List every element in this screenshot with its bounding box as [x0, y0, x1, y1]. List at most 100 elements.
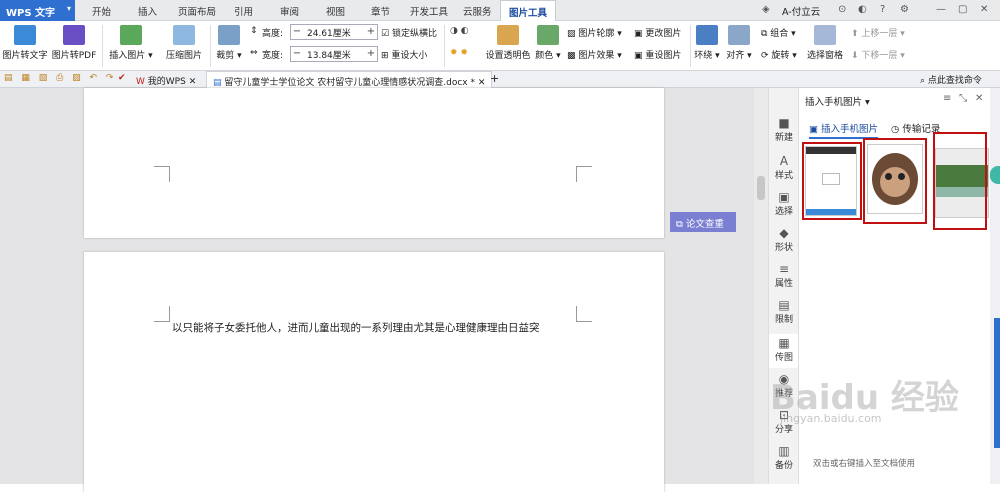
divider [444, 25, 445, 67]
highlight-box [933, 132, 987, 230]
doc-icon: ▤ [213, 78, 222, 88]
wrap-text-button[interactable]: 环绕 ▾ [694, 21, 720, 71]
sidebar-item-restrict[interactable]: ▤ 限制 [769, 298, 799, 325]
picture-effect-button[interactable]: ▩ 图片效果 ▾ [567, 48, 622, 62]
quick-access-toolbar[interactable]: ▤ ▦ ▧ ⎙ ▨ ↶ ↷ [4, 73, 116, 83]
set-transparent-color-button[interactable]: 设置透明色 [484, 21, 532, 71]
tab-insert-phone-pictures[interactable]: ▣ 插入手机图片 [809, 121, 879, 139]
share-icon[interactable]: ⊙ [838, 4, 846, 15]
paper-check-button[interactable]: ⧉ 论文查重 [670, 212, 736, 232]
sidebar-item-styles[interactable]: A 样式 [769, 154, 799, 181]
sidebar-item-new[interactable]: ■ 新建 [769, 116, 799, 143]
sidebar-item-select[interactable]: ▣ 选择 [769, 190, 799, 217]
menu-picture-tools[interactable]: 图片工具 [500, 0, 557, 21]
menu-references[interactable]: 引用 [234, 4, 253, 18]
height-value: 24.61厘米 [307, 29, 351, 39]
properties-icon: ≡ [778, 262, 790, 276]
menu-page-layout[interactable]: 页面布局 [178, 4, 216, 18]
width-decrement[interactable]: − [291, 47, 303, 61]
height-decrement[interactable]: − [291, 25, 303, 39]
maximize-icon[interactable]: ▢ [958, 4, 967, 15]
menu-chapter[interactable]: 章节 [371, 4, 390, 18]
panel-close-icon[interactable]: ✕ [975, 93, 983, 104]
sidebar-item-send-image[interactable]: ▦ 传图 [769, 334, 799, 368]
menu-review[interactable]: 审阅 [280, 4, 299, 18]
page-2[interactable]: 以只能将子女委托他人，进而儿童出现的一系列理由尤其是心理健康理由日益突 [84, 252, 664, 492]
compress-icon [173, 25, 195, 45]
menu-view[interactable]: 视图 [326, 4, 345, 18]
height-icon: ⇕ [250, 26, 258, 36]
width-increment[interactable]: + [365, 47, 377, 61]
settings-icon[interactable]: ⚙ [900, 4, 909, 15]
menu-cloud[interactable]: 云服务 [463, 4, 492, 18]
lock-ratio-checkbox[interactable]: ☑ 锁定纵横比 [381, 26, 437, 40]
bring-forward-button[interactable]: ⬆ 上移一层 ▾ [851, 26, 905, 40]
insert-picture-button[interactable]: 插入图片 ▾ [106, 21, 156, 71]
contrast-icon[interactable]: ◑ ◐ [450, 26, 469, 40]
minimize-icon[interactable]: — [936, 4, 946, 15]
scrollbar-thumb[interactable] [757, 176, 765, 200]
selection-pane-button[interactable]: 选择窗格 [806, 21, 844, 71]
reset-size-button[interactable]: ⊞ 重设大小 [381, 48, 427, 62]
change-picture-button[interactable]: ▣ 更改图片 [634, 26, 681, 40]
search-command[interactable]: ⌕ 点此查找命令 [920, 73, 982, 86]
tab-my-wps[interactable]: W 我的WPS ✕ [130, 71, 202, 88]
divider [210, 25, 211, 67]
expand-handle-icon[interactable] [990, 166, 1000, 184]
menu-home[interactable]: 开始 [92, 4, 111, 18]
styles-icon: A [779, 154, 789, 168]
panel-title[interactable]: 插入手机图片 ▾ [805, 94, 870, 108]
shapes-icon: ◆ [779, 226, 789, 240]
sidebar-item-properties[interactable]: ≡ 属性 [769, 262, 799, 289]
highlight-box [863, 138, 927, 224]
document-area[interactable]: 以只能将子女委托他人，进而儿童出现的一系列理由尤其是心理健康理由日益突 [0, 88, 754, 492]
vertical-scrollbar[interactable] [754, 88, 768, 484]
menu-insert[interactable]: 插入 [138, 4, 157, 18]
brightness-icon[interactable]: ✹ ✹ [450, 48, 468, 62]
page-1[interactable] [84, 88, 664, 238]
picture-outline-button[interactable]: ▨ 图片轮廓 ▾ [567, 26, 622, 40]
tab-document[interactable]: ▤ 留守儿童学士学位论文 农村留守儿童心理情感状况调查.docx * ✕ [206, 71, 493, 88]
send-backward-button[interactable]: ⬇ 下移一层 ▾ [851, 48, 905, 62]
bell-icon[interactable]: ◐ [858, 4, 867, 15]
rotate-button[interactable]: ⟳ 旋转 ▾ [761, 48, 797, 62]
margin-corner [154, 306, 170, 322]
close-icon[interactable]: ✕ [189, 77, 197, 87]
group-button[interactable]: ⧉ 组合 ▾ [761, 26, 796, 40]
picture-text-icon [14, 25, 36, 45]
panel-menu-icon[interactable]: ≡ [943, 93, 951, 104]
app-menu-button[interactable]: WPS 文字 ▾ [0, 0, 75, 21]
sidebar-item-shapes[interactable]: ◆ 形状 [769, 226, 799, 253]
align-icon [728, 25, 750, 45]
height-field[interactable]: − 24.61厘米 + [290, 24, 378, 40]
width-field[interactable]: − 13.84厘米 + [290, 46, 378, 62]
compress-picture-button[interactable]: 压缩图片 [162, 21, 206, 71]
crop-button[interactable]: 裁剪 ▾ [214, 21, 244, 71]
selection-pane-icon [814, 25, 836, 45]
color-button[interactable]: 颜色 ▾ [534, 21, 562, 71]
close-icon[interactable]: ✕ [478, 78, 486, 88]
panel-undock-icon[interactable]: ⤡ [959, 93, 967, 104]
backup-icon: ▥ [778, 444, 790, 458]
crop-icon [218, 25, 240, 45]
user-account[interactable]: A-付立云 [782, 4, 820, 18]
picture-to-pdf-button[interactable]: 图片转PDF [50, 21, 98, 71]
picture-to-text-button[interactable]: 图片转文字 [2, 21, 48, 71]
review-icon: ⧉ [676, 219, 683, 230]
send-image-icon: ▦ [778, 336, 790, 350]
panel-scrollbar[interactable] [994, 318, 1000, 448]
highlight-box [802, 142, 862, 220]
align-button[interactable]: 对齐 ▾ [726, 21, 752, 71]
check-icon[interactable]: ✔ [118, 73, 126, 83]
chevron-down-icon: ▾ [66, 4, 71, 13]
height-increment[interactable]: + [365, 25, 377, 39]
new-tab-button[interactable]: + [490, 72, 499, 85]
reset-picture-button[interactable]: ▣ 重设图片 [634, 48, 681, 62]
document-paragraph[interactable]: 以只能将子女委托他人，进而儿童出现的一系列理由尤其是心理健康理由日益突 [172, 320, 540, 335]
baidu-watermark-url: jingyan.baidu.com [780, 412, 882, 425]
close-icon[interactable]: ✕ [980, 4, 988, 15]
menu-developer[interactable]: 开发工具 [410, 4, 448, 18]
sidebar-item-backup[interactable]: ▥ 备份 [769, 444, 799, 471]
help-icon[interactable]: ? [880, 4, 885, 15]
skin-icon[interactable]: ◈ [762, 4, 770, 15]
